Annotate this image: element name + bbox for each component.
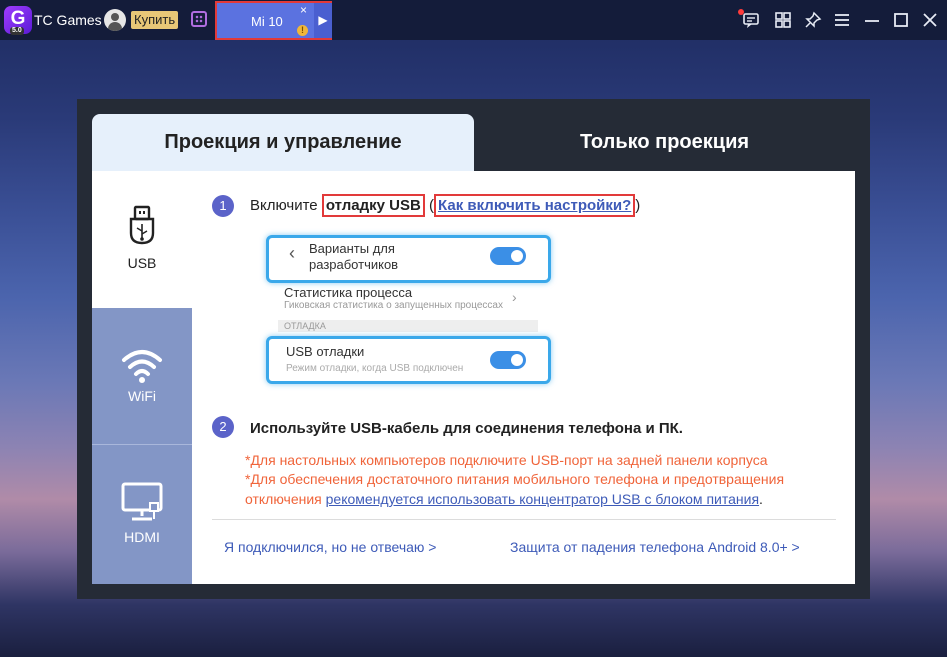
developer-options-card: ‹ Варианты для разработчиков	[266, 235, 551, 283]
chat-icon[interactable]	[741, 10, 761, 30]
sidebar-label-hdmi: HDMI	[124, 529, 160, 545]
dev-options-toggle	[490, 247, 526, 265]
sidebar-label-usb: USB	[127, 255, 157, 271]
step-1-badge: 1	[212, 195, 234, 217]
usb-debug-toggle	[490, 351, 526, 369]
note-desktop-usb: *Для настольных компьютеров подключите U…	[245, 452, 768, 468]
device-tab[interactable]: Mi 10 × ! ▶	[215, 1, 332, 40]
process-stats-row: Статистика процесса Гиковская статистика…	[284, 285, 529, 319]
dev-options-label: Варианты для разработчиков	[309, 241, 399, 272]
sidebar-item-hdmi[interactable]: HDMI	[92, 445, 192, 584]
app-title: TC Games	[34, 12, 102, 28]
step-1-text: Включите отладку USB (Как включить настр…	[250, 194, 640, 217]
tab-projection-control[interactable]: Проекция и управление	[92, 114, 474, 171]
stats-subtitle: Гиковская статистика о запущенных процес…	[284, 300, 503, 311]
dialog-content: USB WiFi HDMI 1 Включите отладку USB (К…	[92, 171, 855, 584]
connected-not-responding-link[interactable]: Я подключился, но не отвечаю >	[224, 539, 436, 555]
expand-arrow-icon[interactable]: ▶	[314, 3, 332, 38]
close-icon[interactable]	[920, 10, 940, 30]
wifi-icon	[122, 350, 162, 383]
sidebar-label-wifi: WiFi	[128, 388, 156, 404]
device-name: Mi 10	[251, 14, 283, 29]
version-badge: 5.0	[10, 27, 24, 35]
app-logo: G 5.0	[4, 6, 32, 35]
debug-section-header: ОТЛАДКА	[278, 320, 538, 332]
back-chevron-icon: ‹	[289, 243, 295, 263]
menu-icon[interactable]	[832, 10, 852, 30]
step-2-badge: 2	[212, 416, 234, 438]
hdmi-icon	[121, 482, 163, 521]
usb-icon	[129, 205, 155, 245]
connection-dialog: Проекция и управление Только проекция US…	[77, 99, 870, 599]
footer-divider	[212, 519, 836, 520]
usb-debug-subtitle: Режим отладки, когда USB подключен	[286, 363, 464, 374]
usb-debug-card: USB отладки Режим отладки, когда USB под…	[266, 336, 551, 384]
chevron-right-icon: ›	[512, 289, 517, 305]
sidebar-item-wifi[interactable]: WiFi	[92, 308, 192, 444]
usb-hub-link[interactable]: рекомендуется использовать концентратор …	[326, 491, 759, 507]
buy-button[interactable]: Купить	[131, 11, 179, 29]
warning-icon: !	[297, 25, 308, 36]
close-tab-icon[interactable]: ×	[300, 3, 307, 17]
layout-grid-icon[interactable]	[773, 10, 793, 30]
note-power-supply-cont: отключения рекомендуется использовать ко…	[245, 491, 763, 507]
tab-projection-only[interactable]: Только проекция	[474, 114, 855, 171]
usb-debug-title: USB отладки	[286, 344, 365, 359]
apps-grid-icon[interactable]	[191, 11, 207, 27]
phone-settings-preview: ‹ Варианты для разработчиков Статистика …	[266, 235, 551, 385]
connection-sidebar: USB WiFi HDMI	[92, 171, 192, 584]
how-to-enable-link[interactable]: Как включить настройки?	[434, 194, 636, 217]
avatar[interactable]	[104, 9, 126, 31]
minimize-icon[interactable]	[862, 10, 882, 30]
note-power-supply: *Для обеспечения достаточного питания мо…	[245, 471, 785, 487]
android-drop-protection-link[interactable]: Защита от падения телефона Android 8.0+ …	[510, 539, 800, 555]
title-bar: G 5.0 TC Games Купить Mi 10 × ! ▶	[0, 0, 947, 40]
stats-title: Статистика процесса	[284, 285, 413, 300]
sidebar-item-usb[interactable]: USB	[92, 171, 192, 308]
usb-debug-highlight: отладку USB	[321, 194, 425, 217]
step-2-text: Используйте USB-кабель для соединения те…	[250, 420, 683, 437]
maximize-icon[interactable]	[891, 10, 911, 30]
pin-icon[interactable]	[803, 10, 823, 30]
